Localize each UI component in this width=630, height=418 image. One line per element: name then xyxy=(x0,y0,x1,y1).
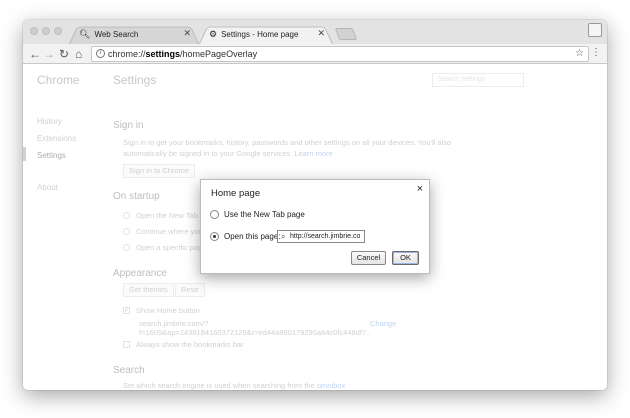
home-page-dialog: Home page × Use the New Tab page Open th… xyxy=(200,179,430,274)
title-bar: 🔍︎ Web Search ✕ ⚙ Settings - Home page ✕ xyxy=(23,20,607,44)
close-tab-icon[interactable]: ✕ xyxy=(183,28,191,39)
new-tab-button[interactable] xyxy=(334,28,358,40)
search-icon: ⌕ xyxy=(281,232,286,241)
profile-icon[interactable] xyxy=(588,23,602,37)
radio-use-new-tab[interactable] xyxy=(210,210,219,219)
option-open-this-page-label: Open this page: xyxy=(224,232,281,241)
home-url-value: http://search.jimbrie.co xyxy=(290,233,361,240)
home-url-input[interactable]: ⌕ http://search.jimbrie.co xyxy=(277,230,365,243)
close-tab-icon[interactable]: ✕ xyxy=(317,28,325,39)
ok-button[interactable]: OK xyxy=(392,251,419,265)
tab-label: Web Search xyxy=(94,29,139,39)
tab-settings[interactable]: ⚙ Settings - Home page ✕ xyxy=(199,24,333,44)
menu-icon[interactable]: ⋮ xyxy=(591,47,601,59)
reload-button[interactable]: ↻ xyxy=(59,46,69,62)
tab-label: Settings - Home page xyxy=(221,29,299,39)
close-icon[interactable]: × xyxy=(417,183,423,195)
maximize-window-button[interactable] xyxy=(54,27,62,35)
bookmark-star-icon[interactable]: ☆ xyxy=(575,47,584,61)
search-icon: 🔍︎ xyxy=(79,28,91,39)
option-use-new-tab-label: Use the New Tab page xyxy=(224,210,305,219)
url-prefix: chrome:// xyxy=(108,49,146,59)
dialog-title: Home page xyxy=(211,188,261,199)
gear-icon: ⚙ xyxy=(209,28,218,39)
minimize-window-button[interactable] xyxy=(42,27,50,35)
info-icon[interactable]: i xyxy=(96,49,105,58)
home-button[interactable]: ⌂ xyxy=(75,46,82,62)
toolbar: ← → ↻ ⌂ i chrome://settings/homePageOver… xyxy=(23,44,607,64)
browser-window: 🔍︎ Web Search ✕ ⚙ Settings - Home page ✕… xyxy=(23,20,607,390)
url-host: settings xyxy=(145,49,181,59)
cancel-button[interactable]: Cancel xyxy=(351,251,386,265)
back-button[interactable]: ← xyxy=(29,46,41,62)
tab-web-search[interactable]: 🔍︎ Web Search ✕ xyxy=(69,24,199,44)
radio-open-this-page[interactable] xyxy=(210,232,219,241)
close-window-button[interactable] xyxy=(30,27,38,35)
settings-page: Chrome History Extensions Settings About… xyxy=(23,65,607,390)
forward-button[interactable]: → xyxy=(43,46,55,62)
address-bar[interactable]: i chrome://settings/homePageOverlay ☆ xyxy=(91,46,589,62)
url-path: /homePageOverlay xyxy=(180,49,258,59)
